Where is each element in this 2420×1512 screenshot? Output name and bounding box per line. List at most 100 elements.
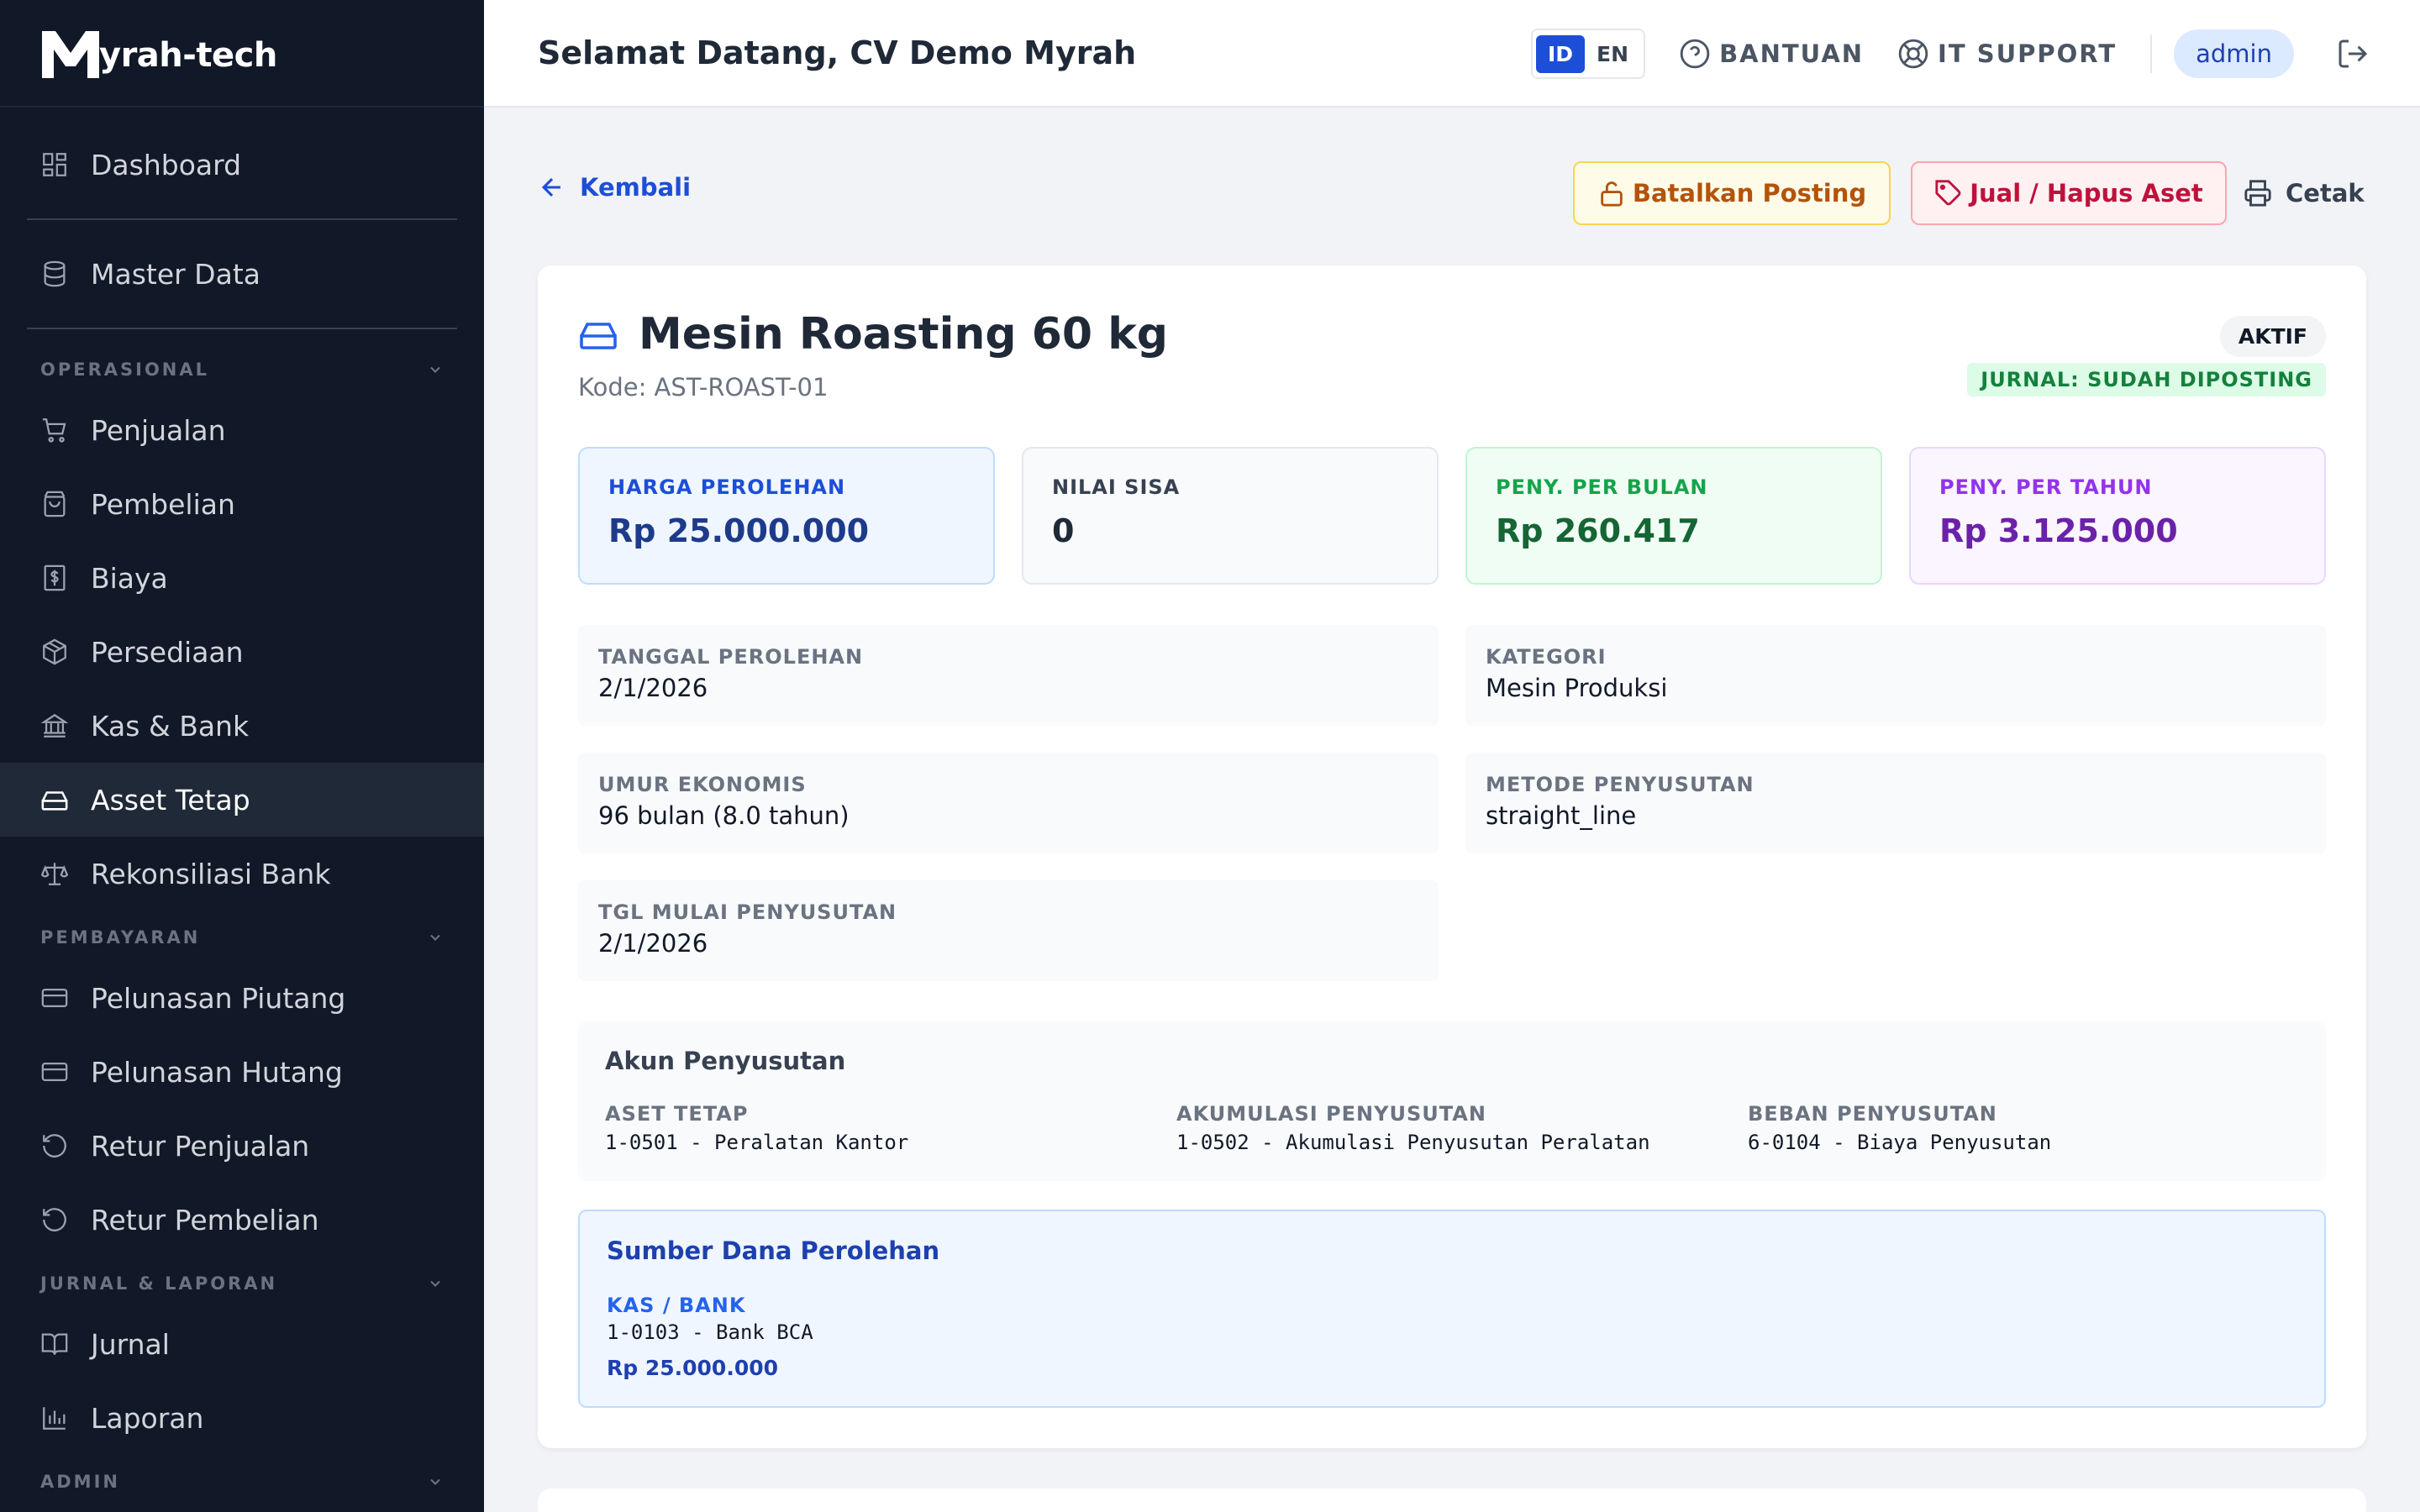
- language-switch: ID EN: [1530, 29, 1646, 79]
- back-label: Kembali: [580, 173, 692, 202]
- sidebar-item-rekonsiliasi-bank[interactable]: Rekonsiliasi Bank: [0, 837, 484, 911]
- sidebar-item-penjualan[interactable]: Penjualan: [0, 393, 484, 467]
- section-pembayaran[interactable]: PEMBAYARAN: [0, 914, 484, 961]
- it-support-link[interactable]: IT SUPPORT: [1897, 38, 2117, 70]
- divider: [27, 218, 457, 220]
- account-depreciation-expense: BEBAN PENYUSUTAN 6-0104 - Biaya Penyusut…: [1748, 1102, 2051, 1154]
- sidebar-item-jurnal[interactable]: Jurnal: [0, 1307, 484, 1381]
- unpost-label: Batalkan Posting: [1632, 179, 1867, 207]
- panel-title: Sumber Dana Perolehan: [607, 1236, 940, 1265]
- sidebar-item-label: Biaya: [91, 561, 168, 595]
- print-label: Cetak: [2286, 179, 2365, 207]
- sidebar-item-asset-tetap[interactable]: Asset Tetap: [0, 763, 484, 837]
- detail-value: 96 bulan (8.0 tahun): [598, 801, 850, 830]
- print-button[interactable]: Cetak: [2244, 161, 2370, 225]
- sidebar-item-dashboard[interactable]: Dashboard: [0, 128, 484, 202]
- rotate-icon: [40, 1205, 69, 1234]
- welcome-title: Selamat Datang, CV Demo Myrah: [538, 34, 1137, 71]
- user-badge[interactable]: admin: [2174, 29, 2294, 78]
- brand[interactable]: yrah-tech: [0, 0, 484, 108]
- account-label: BEBAN PENYUSUTAN: [1748, 1102, 1997, 1126]
- section-title: OPERASIONAL: [40, 360, 210, 380]
- detail-value: 2/1/2026: [598, 929, 708, 958]
- rotate-icon: [40, 1131, 69, 1160]
- chevron-down-icon: [430, 1280, 440, 1287]
- detail-depreciation-start: TGL MULAI PENYUSUTAN 2/1/2026: [578, 880, 1439, 981]
- topbar: Selamat Datang, CV Demo Myrah ID EN BANT…: [484, 0, 2420, 108]
- sidebar-item-retur-penjualan[interactable]: Retur Penjualan: [0, 1109, 484, 1183]
- sidebar-item-label: Retur Penjualan: [91, 1129, 310, 1163]
- section-title: JURNAL & LAPORAN: [40, 1273, 278, 1294]
- bag-icon: [40, 490, 69, 518]
- back-link[interactable]: Kembali: [538, 173, 691, 202]
- sidebar-item-biaya[interactable]: Biaya: [0, 541, 484, 615]
- sidebar-item-laporan[interactable]: Laporan: [0, 1381, 484, 1455]
- sell-dispose-button[interactable]: Jual / Hapus Aset: [1911, 161, 2227, 225]
- asset-detail-card: Mesin Roasting 60 kg Kode: AST-ROAST-01 …: [538, 265, 2366, 1448]
- grid-icon: [40, 150, 69, 179]
- tag-icon: [1935, 180, 1961, 206]
- section-title: PEMBAYARAN: [40, 927, 201, 948]
- account-value: 1-0501 - Peralatan Kantor: [605, 1131, 909, 1154]
- sidebar-item-label: Pelunasan Hutang: [91, 1055, 343, 1089]
- sidebar-item-label: Penjualan: [91, 413, 226, 447]
- stat-value: Rp 260.417: [1496, 512, 1700, 549]
- section-jurnal-laporan[interactable]: JURNAL & LAPORAN: [0, 1260, 484, 1307]
- divider: [2150, 34, 2153, 73]
- detail-label: TGL MULAI PENYUSUTAN: [598, 900, 897, 924]
- panel-title: Akun Penyusutan: [605, 1047, 846, 1075]
- detail-value: Mesin Produksi: [1486, 674, 1668, 702]
- lang-en-button[interactable]: EN: [1585, 35, 1640, 73]
- sidebar-item-kas-bank[interactable]: Kas & Bank: [0, 689, 484, 763]
- bank-icon: [40, 711, 69, 740]
- book-icon: [40, 1330, 69, 1358]
- topbar-actions: ID EN BANTUAN IT SUPPORT admin: [1530, 0, 2370, 108]
- sidebar-item-pelunasan-piutang[interactable]: Pelunasan Piutang: [0, 961, 484, 1035]
- divider: [27, 328, 457, 329]
- stat-label: PENY. PER BULAN: [1496, 475, 1708, 499]
- funding-account: 1-0103 - Bank BCA: [607, 1320, 813, 1344]
- detail-useful-life: UMUR EKONOMIS 96 bulan (8.0 tahun): [578, 753, 1439, 853]
- depreciation-accounts-panel: Akun Penyusutan ASET TETAP 1-0501 - Pera…: [578, 1021, 2326, 1181]
- detail-depreciation-method: METODE PENYUSUTAN straight_line: [1465, 753, 2326, 853]
- stat-value: Rp 25.000.000: [608, 512, 870, 549]
- credit-card-icon: [40, 1058, 69, 1086]
- stat-label: HARGA PEROLEHAN: [608, 475, 846, 499]
- sidebar-item-label: Rekonsiliasi Bank: [91, 857, 331, 890]
- asset-code: Kode: AST-ROAST-01: [578, 373, 829, 402]
- sidebar-item-master-data[interactable]: Master Data: [0, 237, 484, 311]
- unpost-button[interactable]: Batalkan Posting: [1573, 161, 1891, 225]
- stat-residual-value: NILAI SISA 0: [1022, 447, 1439, 585]
- journal-status-badge: JURNAL: SUDAH DIPOSTING: [1967, 363, 2326, 396]
- stat-acquisition-cost: HARGA PEROLEHAN Rp 25.000.000: [578, 447, 995, 585]
- logout-icon[interactable]: [2336, 37, 2370, 71]
- lang-id-button[interactable]: ID: [1535, 34, 1586, 73]
- sidebar-item-retur-pembelian[interactable]: Retur Pembelian: [0, 1183, 484, 1257]
- section-operasional[interactable]: OPERASIONAL: [0, 346, 484, 393]
- detail-acquisition-date: TANGGAL PEROLEHAN 2/1/2026: [578, 625, 1439, 726]
- help-link[interactable]: BANTUAN: [1679, 38, 1864, 70]
- sidebar-item-persediaan[interactable]: Persediaan: [0, 615, 484, 689]
- help-label: BANTUAN: [1719, 39, 1865, 68]
- stat-monthly-depreciation: PENY. PER BULAN Rp 260.417: [1465, 447, 1882, 585]
- unlock-icon: [1601, 181, 1623, 207]
- bar-chart-icon: [40, 1404, 69, 1432]
- sidebar-item-pembelian[interactable]: Pembelian: [0, 467, 484, 541]
- status-badge: AKTIF: [2219, 316, 2326, 357]
- chevron-down-icon: [430, 934, 440, 941]
- sell-dispose-label: Jual / Hapus Aset: [1970, 179, 2203, 207]
- detail-value: straight_line: [1486, 801, 1637, 830]
- account-value: 6-0104 - Biaya Penyusutan: [1748, 1131, 2052, 1154]
- database-icon: [40, 260, 69, 288]
- chevron-down-icon: [430, 1478, 440, 1485]
- sidebar-item-pelunasan-hutang[interactable]: Pelunasan Hutang: [0, 1035, 484, 1109]
- it-support-label: IT SUPPORT: [1938, 39, 2118, 68]
- sidebar-item-label: Laporan: [91, 1401, 204, 1435]
- box-icon: [40, 638, 69, 666]
- detail-label: UMUR EKONOMIS: [598, 773, 807, 796]
- section-admin[interactable]: ADMIN: [0, 1458, 484, 1505]
- stat-label: PENY. PER TAHUN: [1939, 475, 2153, 499]
- scale-icon: [40, 859, 69, 888]
- next-card: [538, 1488, 2366, 1512]
- printer-icon: [2244, 180, 2271, 207]
